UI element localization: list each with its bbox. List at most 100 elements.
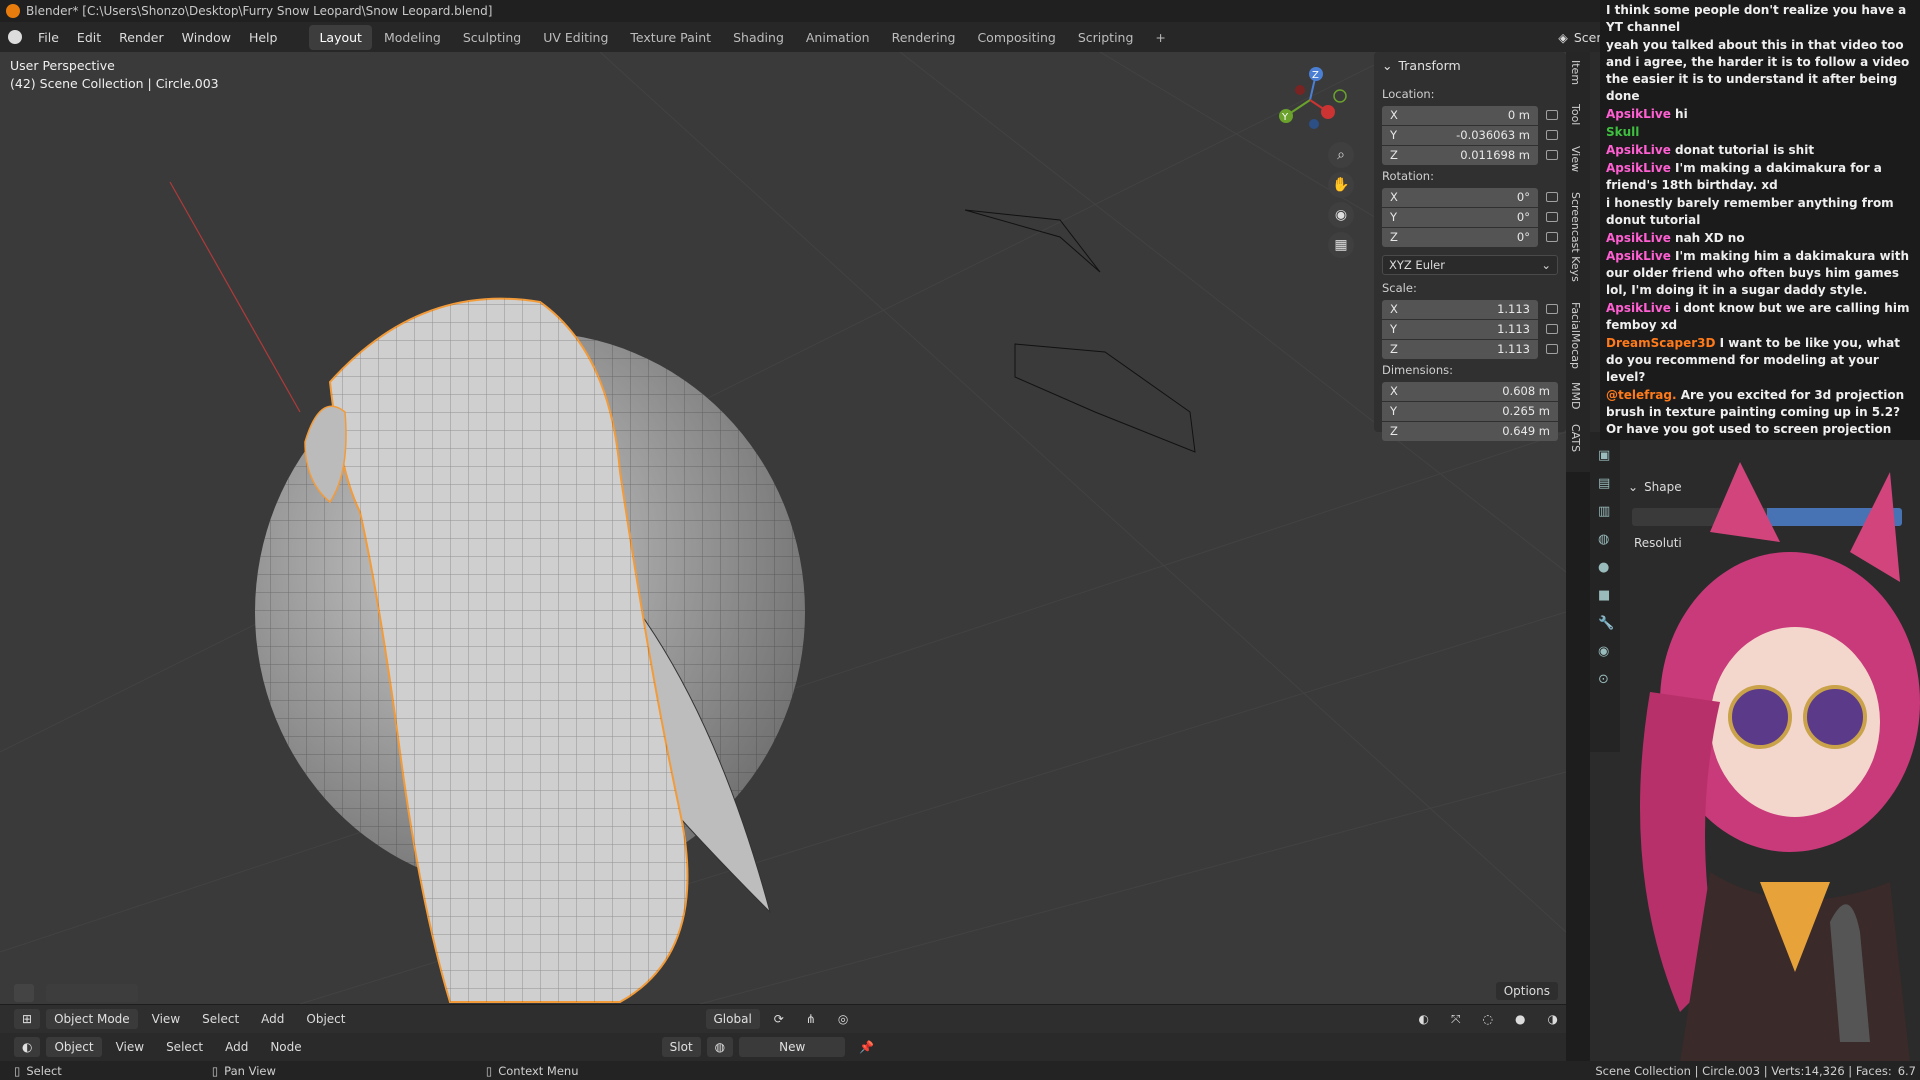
rotation-x-field[interactable]: X 0° (1382, 187, 1538, 207)
tab-mmd[interactable]: MMD (1569, 382, 1582, 409)
tab-shading[interactable]: Shading (723, 25, 794, 50)
chat-message: ApsikLive hi (1606, 107, 1688, 121)
location-y-field[interactable]: Y -0.036063 m (1382, 125, 1538, 145)
node-node-menu[interactable]: Node (262, 1037, 309, 1057)
lock-icon[interactable] (1546, 212, 1558, 222)
menu-window[interactable]: Window (174, 26, 239, 49)
3d-viewport[interactable]: User Perspective (42) Scene Collection |… (0, 52, 1566, 1004)
location-x-field[interactable]: X0 m (1382, 105, 1538, 125)
orientation-select[interactable]: Global (705, 1009, 760, 1029)
shader-editor-header: ◐ Object View Select Add Node Slot ◍ New… (0, 1033, 1566, 1061)
tab-item[interactable]: Item (1569, 60, 1582, 85)
lock-icon[interactable] (1546, 192, 1558, 202)
pin-icon[interactable]: 📌 (851, 1037, 882, 1057)
tab-modeling[interactable]: Modeling (374, 25, 451, 50)
node-editor-type-icon[interactable]: ◐ (14, 1037, 41, 1057)
header-add-menu[interactable]: Add (253, 1009, 292, 1029)
lock-icon[interactable] (1546, 324, 1558, 334)
options-button[interactable]: Options (1495, 982, 1558, 1000)
curve-outline-2[interactable] (1014, 343, 1196, 453)
lock-icon[interactable] (1546, 232, 1558, 242)
menu-edit[interactable]: Edit (69, 26, 109, 49)
select-mode-buttons[interactable] (46, 984, 138, 1002)
blender-logo-icon (6, 4, 20, 18)
tab-texture-paint[interactable]: Texture Paint (620, 25, 721, 50)
camera-view-icon[interactable]: ◉ (1328, 202, 1354, 228)
pivot-icon[interactable]: ⟳ (766, 1009, 792, 1029)
curve-outline-1[interactable] (964, 209, 1101, 273)
location-z-field[interactable]: Z 0.011698 m (1382, 145, 1538, 165)
shading-material-icon[interactable]: ◑ (1540, 1009, 1566, 1029)
material-browse-icon[interactable]: ◍ (706, 1037, 734, 1057)
dimension-x-field[interactable]: X 0.608 m (1382, 381, 1558, 401)
scale-y-field[interactable]: Y 1.113 (1382, 319, 1538, 339)
viewport-scene (0, 52, 1566, 1004)
snap-icon[interactable]: ⋔ (798, 1009, 824, 1029)
tab-view[interactable]: View (1569, 146, 1582, 172)
scale-x-row: X 1.113 (1382, 299, 1558, 319)
lock-icon[interactable] (1546, 304, 1558, 314)
editor-type-icon[interactable]: ⊞ (14, 1009, 41, 1029)
scale-z-field[interactable]: Z 1.113 (1382, 339, 1538, 359)
tab-sculpting[interactable]: Sculpting (453, 25, 531, 50)
lock-icon[interactable] (1546, 344, 1558, 354)
tab-compositing[interactable]: Compositing (967, 25, 1065, 50)
menu-render[interactable]: Render (111, 26, 172, 49)
blender-menu-icon[interactable] (8, 30, 22, 44)
tab-uv-editing[interactable]: UV Editing (533, 25, 618, 50)
shading-solid-icon[interactable]: ● (1507, 1009, 1533, 1029)
lock-icon[interactable] (1546, 110, 1558, 120)
rotation-z-field[interactable]: Z 0° (1382, 227, 1538, 247)
tab-facialmocap[interactable]: FacialMocap (1569, 302, 1582, 369)
tab-animation[interactable]: Animation (796, 25, 880, 50)
tab-cats[interactable]: CATS (1569, 424, 1582, 452)
menu-help[interactable]: Help (241, 26, 286, 49)
stream-chat: I think some people don't realize you ha… (1600, 0, 1920, 440)
slot-select[interactable]: Slot (661, 1037, 701, 1057)
location-y-row: Y -0.036063 m (1382, 125, 1558, 145)
scale-y-row: Y 1.113 (1382, 319, 1558, 339)
chat-message: DreamScaper3D I want to be like you, wha… (1606, 336, 1900, 384)
node-view-menu[interactable]: View (108, 1037, 152, 1057)
tab-scripting[interactable]: Scripting (1068, 25, 1144, 50)
add-workspace-button[interactable]: + (1145, 25, 1175, 50)
node-add-menu[interactable]: Add (217, 1037, 256, 1057)
rotation-mode-select[interactable]: XYZ Euler ⌄ (1382, 255, 1558, 275)
scale-x-field[interactable]: X 1.113 (1382, 299, 1538, 319)
x-axis-line (169, 181, 301, 413)
tab-rendering[interactable]: Rendering (882, 25, 966, 50)
tab-tool[interactable]: Tool (1569, 104, 1582, 125)
select-tool-icon[interactable] (14, 984, 34, 1002)
lock-icon[interactable] (1546, 130, 1558, 140)
chat-message: I think some people don't realize you ha… (1606, 3, 1907, 34)
dimension-y-field[interactable]: Y 0.265 m (1382, 401, 1558, 421)
scale-z-row: Z 1.113 (1382, 339, 1558, 359)
proportional-icon[interactable]: ◎ (830, 1009, 856, 1029)
chat-message: i honestly barely remember anything from… (1606, 196, 1894, 227)
gizmo-toggle-icon[interactable]: ⤧ (1443, 1009, 1469, 1030)
pan-hand-icon[interactable]: ✋ (1328, 172, 1354, 198)
location-x-row: X0 m (1382, 105, 1558, 125)
menu-file[interactable]: File (30, 26, 67, 49)
header-select-menu[interactable]: Select (194, 1009, 247, 1029)
tab-layout[interactable]: Layout (309, 24, 372, 50)
header-view-menu[interactable]: View (144, 1009, 188, 1029)
navigation-gizmo[interactable]: Z Y (1270, 60, 1350, 140)
svg-text:Z: Z (1312, 70, 1319, 81)
tab-screencast-keys[interactable]: Screencast Keys (1569, 192, 1582, 282)
visibility-icon[interactable]: ◐ (1410, 1009, 1436, 1029)
location-label: Location: (1382, 87, 1435, 101)
node-select-menu[interactable]: Select (158, 1037, 211, 1057)
ortho-grid-icon[interactable]: ▦ (1328, 232, 1354, 258)
node-mode-select[interactable]: Object (46, 1037, 102, 1057)
new-material-button[interactable]: New (739, 1037, 846, 1057)
zoom-icon[interactable]: ⌕ (1328, 142, 1354, 168)
header-object-menu[interactable]: Object (298, 1009, 353, 1029)
object-mode-select[interactable]: Object Mode (46, 1009, 138, 1029)
dimension-z-field[interactable]: Z 0.649 m (1382, 421, 1558, 441)
overlay-icon[interactable]: ◌ (1475, 1009, 1501, 1029)
rotation-y-field[interactable]: Y 0° (1382, 207, 1538, 227)
lock-icon[interactable] (1546, 150, 1558, 160)
mouse-right-icon: ▯ (485, 1063, 493, 1078)
transform-header[interactable]: ⌄ Transform (1382, 58, 1558, 73)
